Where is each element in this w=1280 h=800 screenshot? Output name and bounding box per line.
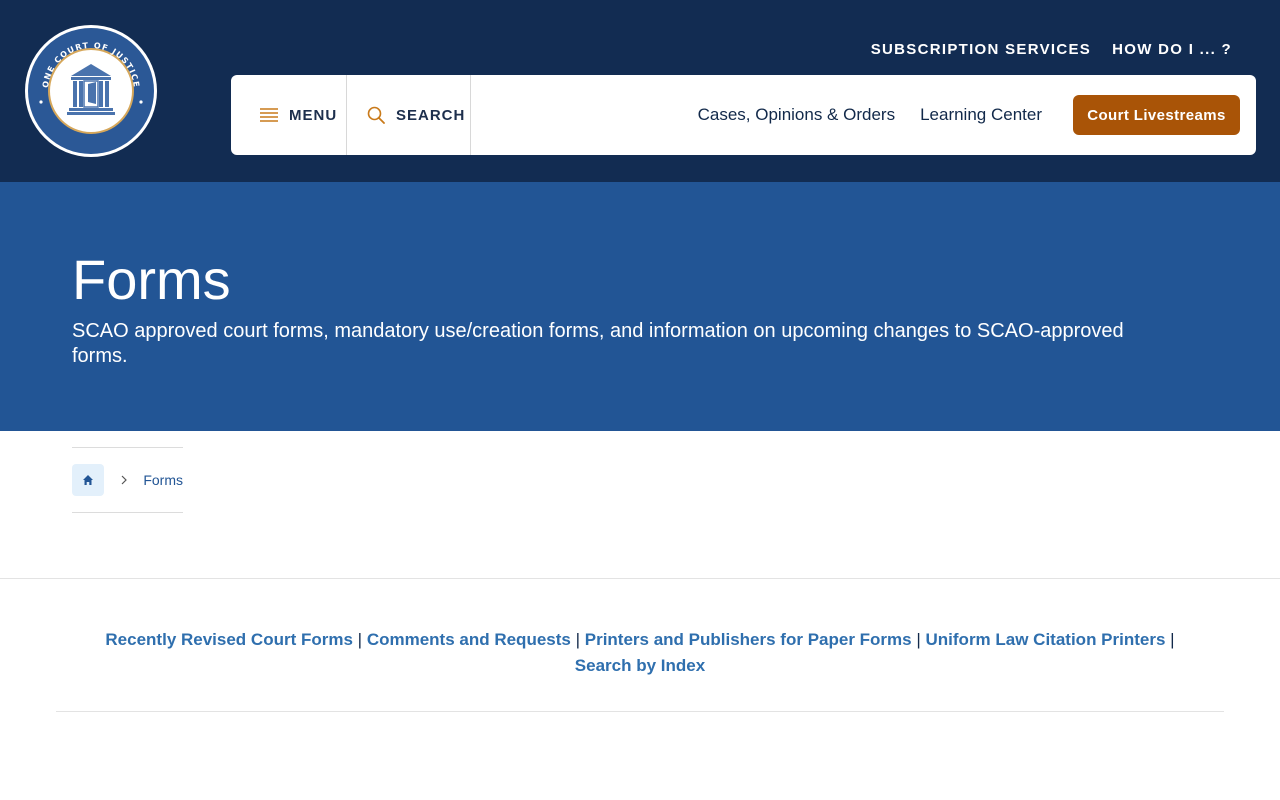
section-divider [0,578,1280,579]
hamburger-icon [259,105,279,125]
link-separator: | [1170,630,1175,649]
page-hero: Forms SCAO approved court forms, mandato… [0,182,1280,431]
menu-label: MENU [289,106,338,124]
link-separator: | [357,630,363,649]
page-title: Forms [72,248,231,311]
breadcrumb-home-button[interactable] [72,464,104,496]
page-description: SCAO approved court forms, mandatory use… [72,320,1124,367]
breadcrumb-current-page[interactable]: Forms [143,472,183,488]
link-separator: | [575,630,581,649]
link-separator: | [916,630,921,649]
cases-opinions-orders-link[interactable]: Cases, Opinions & Orders [698,105,895,125]
site-header: ONE COURT OF JUSTICE MICHIGAN SUBSCRIPTI… [0,0,1280,182]
printers-publishers-link[interactable]: Printers and Publishers for Paper Forms [585,630,912,649]
home-icon [82,475,93,485]
breadcrumb: Forms [72,447,183,513]
recently-revised-forms-link[interactable]: Recently Revised Court Forms [105,630,353,649]
search-by-index-link[interactable]: Search by Index [575,656,705,675]
primary-links: Cases, Opinions & Orders Learning Center [698,75,1042,155]
court-livestreams-button[interactable]: Court Livestreams [1073,95,1240,135]
uniform-law-citation-printers-link[interactable]: Uniform Law Citation Printers [926,630,1166,649]
subscription-services-link[interactable]: SUBSCRIPTION SERVICES [871,41,1091,58]
search-button[interactable]: SEARCH [347,75,471,155]
utility-nav: SUBSCRIPTION SERVICES HOW DO I ... ? [871,41,1232,58]
learning-center-link[interactable]: Learning Center [920,105,1042,125]
search-icon [366,105,386,125]
menu-button[interactable]: MENU [231,75,347,155]
comments-and-requests-link[interactable]: Comments and Requests [367,630,571,649]
content-divider [56,711,1224,712]
chevron-right-icon [121,475,127,485]
main-navbar: MENU SEARCH Cases, Opinions & Orders Lea… [231,75,1256,155]
how-do-i-link[interactable]: HOW DO I ... ? [1112,41,1232,58]
forms-quick-links: Recently Revised Court Forms | Comments … [88,627,1192,679]
court-seal-logo[interactable]: ONE COURT OF JUSTICE MICHIGAN [24,24,158,158]
search-label: SEARCH [396,106,466,124]
breadcrumb-separator [104,470,144,490]
court-seal-icon: ONE COURT OF JUSTICE MICHIGAN [25,25,157,157]
